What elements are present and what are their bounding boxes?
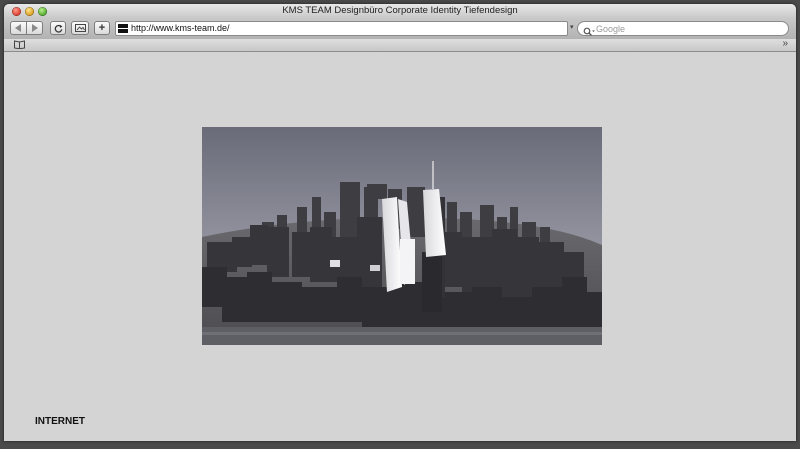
- city-model-video[interactable]: [202, 127, 602, 345]
- title-bar[interactable]: KMS TEAM Designbüro Corporate Identity T…: [4, 4, 796, 18]
- open-book-icon[interactable]: [14, 40, 25, 49]
- forward-button[interactable]: [26, 21, 43, 35]
- page-content: INTERNET: [4, 52, 796, 441]
- address-bar[interactable]: http://www.kms-team.de/: [115, 21, 568, 36]
- bookmarks-bar: »: [4, 38, 796, 52]
- plus-icon: +: [98, 22, 106, 34]
- search-input[interactable]: [596, 23, 776, 35]
- browser-toolbar: + http://www.kms-team.de/ ▾: [4, 18, 796, 39]
- back-button[interactable]: [10, 21, 27, 35]
- window-title: KMS TEAM Designbüro Corporate Identity T…: [282, 5, 518, 16]
- reload-icon: [54, 24, 62, 33]
- site-favicon-icon: [118, 24, 128, 33]
- snapshot-icon: [74, 24, 86, 32]
- address-url[interactable]: http://www.kms-team.de/: [131, 23, 230, 33]
- address-dropdown-icon[interactable]: ▾: [570, 23, 574, 31]
- city-model-3d-render: [202, 127, 602, 345]
- search-field[interactable]: [577, 21, 789, 36]
- add-bookmark-button[interactable]: +: [94, 21, 110, 35]
- snapshot-button[interactable]: [71, 21, 89, 35]
- internet-label: INTERNET: [35, 416, 85, 427]
- browser-window: KMS TEAM Designbüro Corporate Identity T…: [4, 4, 796, 441]
- forward-arrow-icon: [32, 24, 38, 32]
- search-icon[interactable]: [583, 24, 595, 36]
- reload-button[interactable]: [50, 21, 66, 35]
- back-arrow-icon: [15, 24, 21, 32]
- more-bookmarks-button[interactable]: »: [782, 38, 788, 49]
